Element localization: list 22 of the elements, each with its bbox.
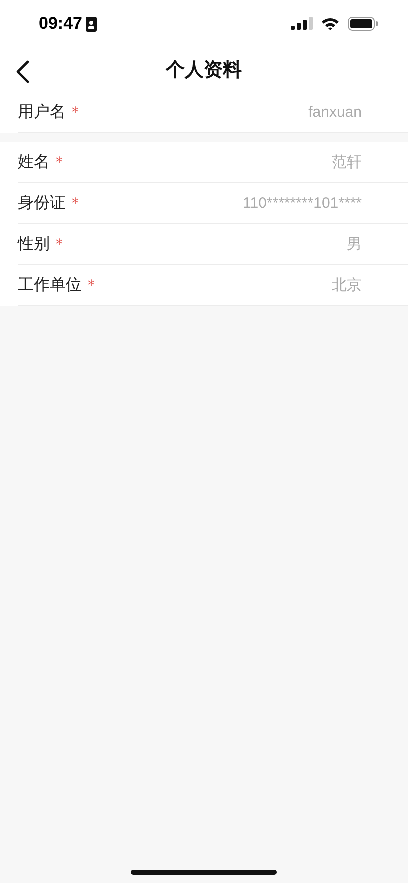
- required-mark: *: [88, 278, 95, 294]
- signal-icon: [291, 17, 313, 31]
- back-button[interactable]: [14, 58, 32, 86]
- required-mark: *: [56, 236, 63, 252]
- field-label: 姓名: [18, 152, 50, 170]
- field-value: fanxuan: [308, 104, 362, 120]
- field-label: 性别: [18, 234, 50, 252]
- required-mark: *: [72, 104, 79, 120]
- field-value: 男: [347, 234, 362, 254]
- field-label: 用户名: [18, 102, 66, 120]
- field-label: 工作单位: [18, 274, 82, 294]
- field-label: 身份证: [18, 192, 66, 212]
- required-mark: *: [72, 196, 79, 212]
- field-value: 北京: [332, 276, 362, 294]
- required-mark: *: [56, 154, 63, 170]
- battery-icon: [348, 17, 378, 31]
- status-time: 09:47: [39, 14, 82, 34]
- contact-card-icon: [86, 16, 98, 32]
- field-value: 范轩: [332, 152, 362, 172]
- wifi-icon: [321, 17, 340, 31]
- field-value: 110********101****: [243, 194, 362, 212]
- page-title: 个人资料: [166, 58, 242, 83]
